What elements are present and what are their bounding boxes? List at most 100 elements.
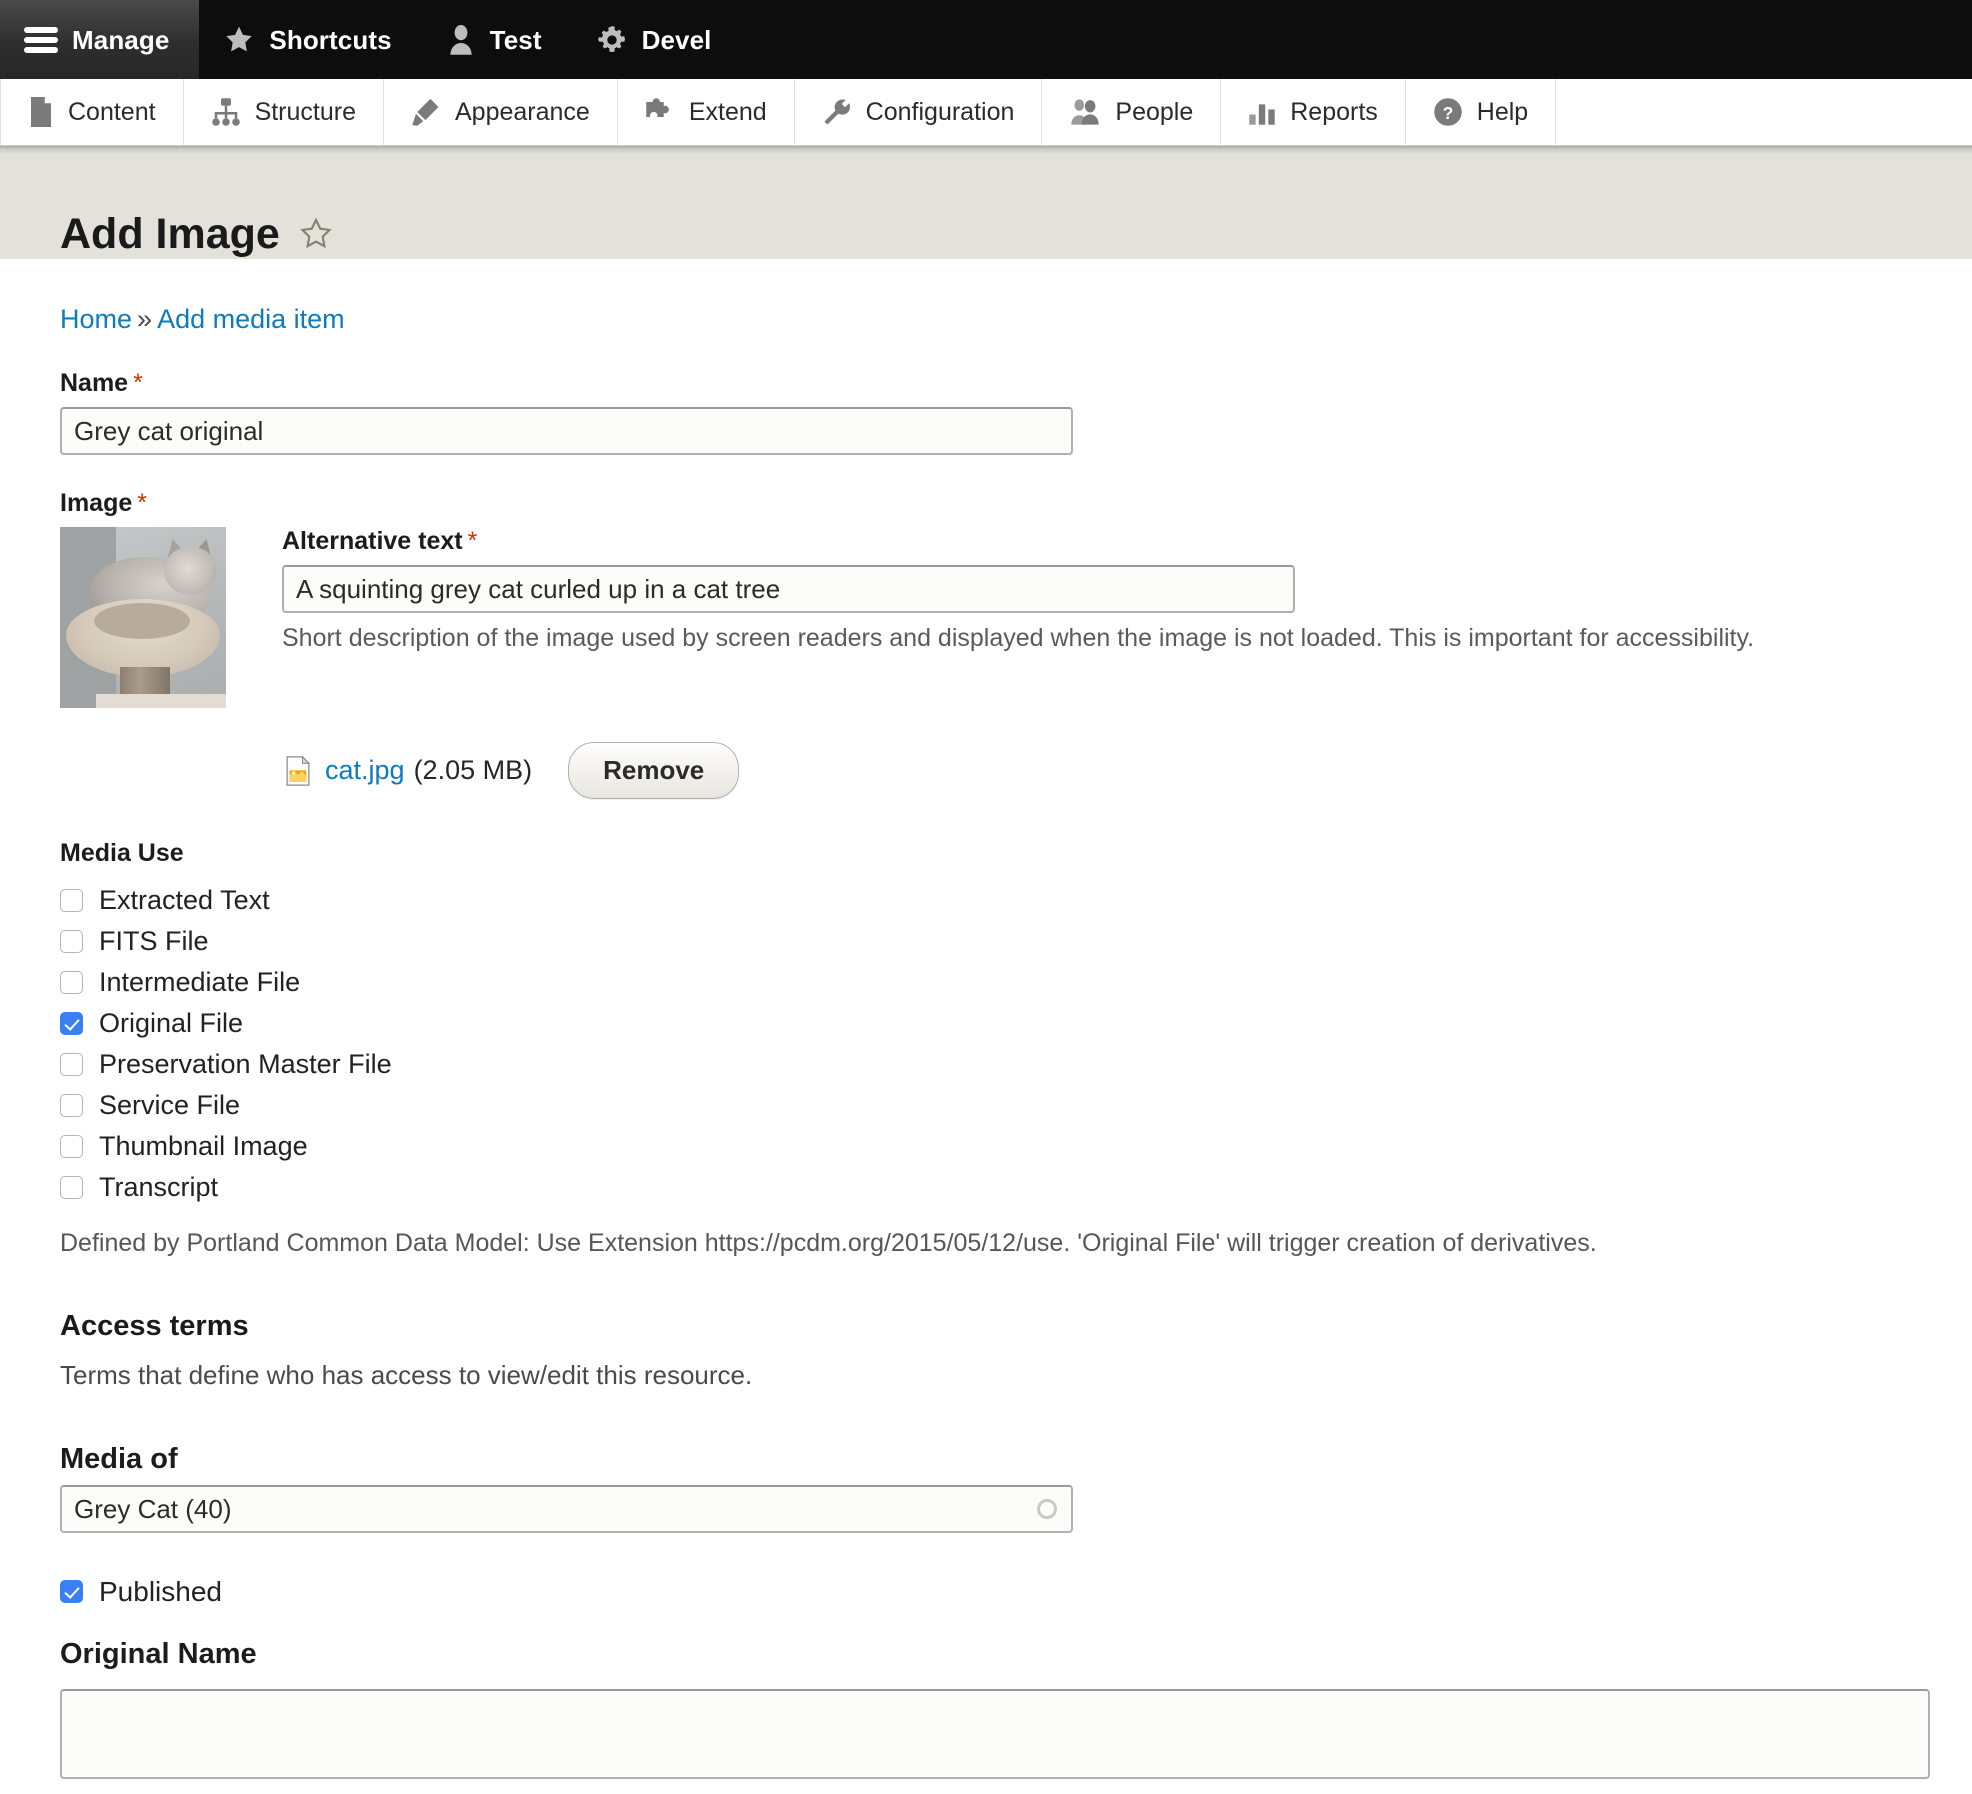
original-name-field-wrapper: Original Name	[60, 1638, 1930, 1784]
media-use-description: Defined by Portland Common Data Model: U…	[60, 1229, 1597, 1257]
media-use-option-transcript[interactable]: Transcript	[60, 1167, 1912, 1208]
image-field-label: Image *	[60, 489, 1912, 518]
star-icon	[223, 24, 255, 56]
uploaded-file-link[interactable]: cat.jpg	[325, 755, 405, 786]
tray-item-people[interactable]: People	[1042, 79, 1222, 145]
tray-item-label: Extend	[688, 97, 767, 126]
user-icon	[446, 24, 476, 56]
tray-item-label: People	[1115, 97, 1194, 126]
tray-item-content[interactable]: Content	[0, 79, 184, 145]
checkbox-label: Thumbnail Image	[99, 1131, 308, 1161]
svg-text:?: ?	[1442, 103, 1453, 123]
name-input[interactable]	[60, 407, 1073, 455]
remove-file-button[interactable]: Remove	[568, 742, 740, 799]
alt-text-input[interactable]	[282, 565, 1295, 613]
tray-item-help[interactable]: ? Help	[1406, 79, 1557, 145]
toolbar-item-manage[interactable]: Manage	[0, 0, 200, 79]
checkbox-intermediate-file[interactable]	[60, 971, 83, 994]
image-file-icon	[285, 755, 311, 787]
paintbrush-icon	[411, 97, 441, 127]
checkbox-preservation-master-file[interactable]	[60, 1053, 83, 1076]
media-of-field-wrapper: Media of	[60, 1443, 1912, 1533]
checkbox-original-file[interactable]	[60, 1012, 83, 1035]
checkbox-label: Original File	[99, 1008, 244, 1038]
tray-item-reports[interactable]: Reports	[1221, 79, 1406, 145]
checkbox-fits-file[interactable]	[60, 930, 83, 953]
media-of-input[interactable]	[60, 1485, 1073, 1533]
page-title-band: Add Image	[0, 154, 1972, 259]
checkbox-label: Service File	[99, 1090, 241, 1120]
media-of-autocomplete	[60, 1485, 1073, 1533]
breadcrumb-separator: »	[137, 304, 153, 334]
tray-item-label: Appearance	[455, 97, 590, 126]
tray-empty-space	[1556, 79, 1972, 145]
media-use-option-fits-file[interactable]: FITS File	[60, 921, 1912, 962]
tray-item-extend[interactable]: Extend	[618, 79, 795, 145]
toolbar-item-label: Shortcuts	[269, 24, 392, 55]
alt-text-description: Short description of the image used by s…	[282, 624, 1755, 652]
media-use-option-preservation-master-file[interactable]: Preservation Master File	[60, 1044, 1912, 1085]
toolbar-item-test-user[interactable]: Test	[422, 0, 572, 79]
tray-item-label: Reports	[1290, 97, 1378, 126]
breadcrumb-link-home[interactable]: Home	[60, 304, 132, 334]
gear-icon	[596, 24, 628, 56]
original-name-label: Original Name	[60, 1638, 257, 1670]
checkbox-transcript[interactable]	[60, 1176, 83, 1199]
name-field-label-text: Name	[60, 369, 129, 397]
checkbox-published[interactable]	[60, 1580, 83, 1603]
tray-item-label: Structure	[254, 97, 356, 126]
image-field-wrapper: Image* Alternative text* Short descripti…	[60, 489, 1912, 799]
name-field-label: Name *	[60, 369, 1912, 398]
toolbar-item-label: Test	[489, 24, 542, 55]
page-title: Add Image	[60, 209, 1972, 258]
toolbar-item-shortcuts[interactable]: Shortcuts	[199, 0, 421, 79]
media-use-option-thumbnail-image[interactable]: Thumbnail Image	[60, 1126, 1912, 1167]
tray-item-structure[interactable]: Structure	[184, 79, 384, 145]
tray-item-label: Configuration	[865, 97, 1015, 126]
admin-toolbar: Manage Shortcuts Test Devel	[0, 0, 1972, 79]
original-name-textarea[interactable]	[60, 1689, 1930, 1779]
main-content: Home»Add media item Name* Image* Alterna…	[0, 259, 1972, 1784]
media-of-label: Media of	[60, 1443, 178, 1475]
toolbar-item-label: Manage	[72, 24, 170, 55]
media-use-option-intermediate-file[interactable]: Intermediate File	[60, 962, 1912, 1003]
tray-item-configuration[interactable]: Configuration	[795, 79, 1043, 145]
checkbox-label: Intermediate File	[99, 967, 301, 997]
tray-item-appearance[interactable]: Appearance	[384, 79, 618, 145]
tray-item-label: Content	[68, 97, 156, 126]
media-use-group-label: Media Use	[60, 839, 184, 867]
breadcrumb: Home» Add media item	[60, 259, 1912, 335]
image-field-label-text: Image	[60, 489, 133, 517]
checkbox-label: Preservation Master File	[99, 1049, 392, 1079]
star-outline-icon[interactable]	[298, 216, 334, 252]
uploaded-file-size: (2.05 MB)	[413, 755, 533, 785]
image-widget: Alternative text* Short description of t…	[60, 527, 1912, 708]
media-use-option-service-file[interactable]: Service File	[60, 1085, 1912, 1126]
question-mark-icon: ?	[1433, 97, 1463, 127]
checkbox-service-file[interactable]	[60, 1094, 83, 1117]
page-icon	[28, 97, 54, 127]
checkbox-label: FITS File	[99, 926, 209, 956]
toolbar-item-devel[interactable]: Devel	[572, 0, 742, 79]
toolbar-item-label: Devel	[641, 24, 712, 55]
checkbox-thumbnail-image[interactable]	[60, 1135, 83, 1158]
media-use-option-extracted-text[interactable]: Extracted Text	[60, 880, 1912, 921]
checkbox-label: Published	[99, 1575, 222, 1607]
page-title-text: Add Image	[60, 209, 280, 258]
uploaded-file-row: cat.jpg (2.05 MB) Remove	[60, 742, 1912, 799]
toolbar-shadow-divider	[0, 146, 1972, 154]
wrench-icon	[822, 97, 852, 127]
alt-text-label: Alternative text *	[282, 527, 1912, 556]
sitemap-icon	[211, 98, 241, 126]
required-marker: *	[133, 369, 143, 397]
autocomplete-throbber-icon	[1037, 1499, 1057, 1519]
checkbox-extracted-text[interactable]	[60, 889, 83, 912]
media-use-option-original-file[interactable]: Original File	[60, 1003, 1912, 1044]
breadcrumb-link-add-media-item[interactable]: Add media item	[157, 304, 345, 334]
bar-chart-icon	[1248, 98, 1276, 126]
tray-item-label: Help	[1476, 97, 1529, 126]
required-marker: *	[137, 489, 147, 517]
published-checkbox-row[interactable]: Published	[60, 1571, 1912, 1612]
hamburger-icon	[24, 26, 58, 53]
access-terms-description: Terms that define who has access to view…	[60, 1360, 753, 1390]
